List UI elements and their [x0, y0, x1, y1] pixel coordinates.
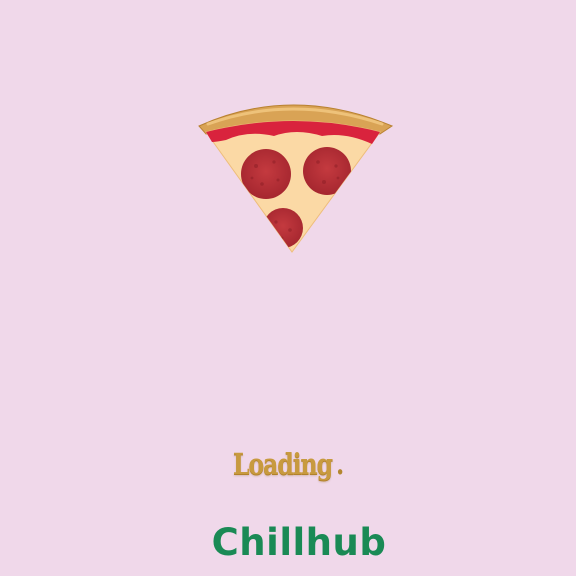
loading-dots: . [335, 447, 344, 481]
loading-text: Loading [232, 447, 333, 481]
loading-indicator: Loading. [52, 438, 524, 490]
brand-name: Chillhub [211, 521, 387, 564]
pizza-slice-icon [196, 92, 396, 256]
